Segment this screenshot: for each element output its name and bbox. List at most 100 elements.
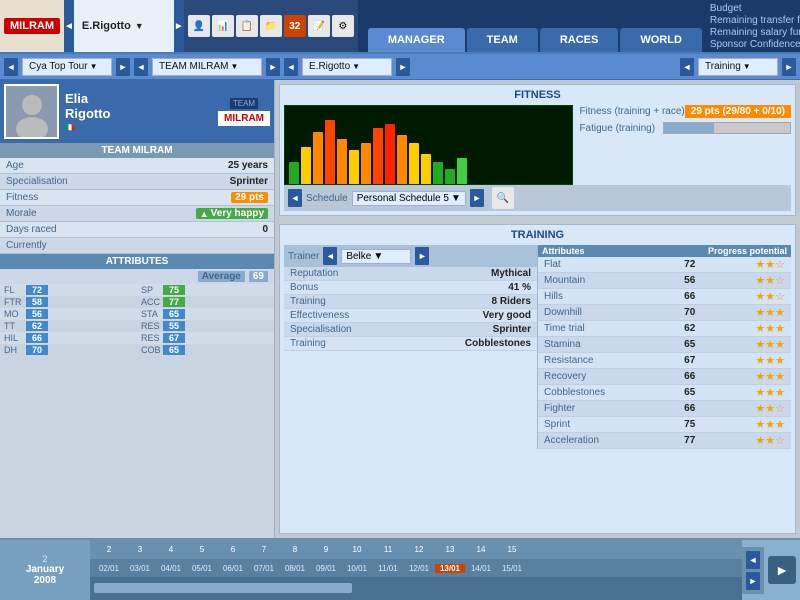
- player-flag: 🇮🇹: [65, 123, 212, 132]
- play-button[interactable]: ►: [768, 556, 796, 584]
- team-name: MILRAM: [4, 18, 60, 34]
- timeline-num-7: 7: [249, 545, 279, 554]
- fitness-bar-6: [361, 143, 371, 184]
- salary-label: Remaining salary funds: [710, 27, 800, 38]
- manager-nav-right[interactable]: ►: [174, 0, 184, 52]
- rider-nav-left[interactable]: ◄: [284, 58, 298, 76]
- team-nav-left[interactable]: ◄: [134, 58, 148, 76]
- schedule-dropdown[interactable]: Personal Schedule 5 ▼: [352, 191, 466, 206]
- timeline-date-1[interactable]: 03/01: [125, 564, 155, 573]
- toolbar-icon-3[interactable]: 📋: [236, 15, 258, 37]
- attr-grid: FL 72 FTR 58 MO 56 TT 62 HIL 66: [0, 284, 274, 356]
- timeline-date-5[interactable]: 07/01: [249, 564, 279, 573]
- fatigue-bar: [663, 122, 791, 134]
- team-logo: MILRAM: [0, 0, 64, 52]
- fitness-bar-8: [385, 124, 395, 184]
- tour-dd-arrow: ▼: [90, 62, 98, 71]
- attr-right-row-7: Recovery66★★★: [538, 369, 791, 385]
- player-first-name: Elia: [65, 91, 212, 106]
- timeline-date-13[interactable]: 15/01: [497, 564, 527, 573]
- view-nav-right[interactable]: ►: [782, 58, 796, 76]
- timeline-progress-bar: [94, 583, 352, 593]
- sponsor-label: Sponsor Confidence: [710, 39, 800, 50]
- tab-team[interactable]: TEAM: [467, 28, 538, 52]
- trainer-dd-arrow: ▼: [373, 251, 383, 262]
- toolbar-icon-2[interactable]: 📊: [212, 15, 234, 37]
- transfer-label: Remaining transfer fu...: [710, 15, 800, 26]
- morale-arrow: ▲: [200, 209, 209, 219]
- player-info: Elia Rigotto 🇮🇹: [65, 91, 212, 132]
- timeline-date-4[interactable]: 06/01: [218, 564, 248, 573]
- team-nav-right[interactable]: ►: [266, 58, 280, 76]
- tab-manager[interactable]: MANAGER: [368, 28, 465, 52]
- tab-world[interactable]: WORLD: [620, 28, 702, 52]
- fitness-title: FITNESS: [284, 89, 791, 101]
- fitness-bar-10: [409, 143, 419, 184]
- trainer-label: Trainer: [288, 251, 319, 262]
- view-dropdown[interactable]: Training ▼: [698, 58, 778, 76]
- top-bar: MILRAM ◄ E.Rigotto ▼ ► 👤 📊 📋 📁 32 📝 ⚙ MA…: [0, 0, 800, 54]
- toolbar-icon-6[interactable]: ⚙: [332, 15, 354, 37]
- toolbar-icon-4[interactable]: 📁: [260, 15, 282, 37]
- toolbar-icon-1[interactable]: 👤: [188, 15, 210, 37]
- trainer-dropdown[interactable]: Belke ▼: [341, 249, 411, 264]
- timeline-date-11[interactable]: 13/01: [435, 564, 465, 573]
- search-schedule-btn[interactable]: 🔍: [492, 187, 514, 209]
- attr-right-row-8: Cobblestones65★★★: [538, 385, 791, 401]
- timeline-num-10: 10: [342, 545, 372, 554]
- attr-right-row-1: Mountain56★★☆: [538, 273, 791, 289]
- schedule-nav-right[interactable]: ►: [470, 189, 484, 207]
- attr-right-row-3: Downhill70★★★: [538, 305, 791, 321]
- attr-right-row-11: Acceleration77★★☆: [538, 433, 791, 449]
- timeline-nav-next[interactable]: ►: [746, 572, 760, 590]
- training-riders-row: Training 8 Riders: [284, 295, 537, 309]
- manager-nav-left[interactable]: ◄: [64, 0, 74, 52]
- trainer-nav-left[interactable]: ◄: [323, 247, 337, 265]
- toolbar-icon-5[interactable]: 📝: [308, 15, 330, 37]
- timeline-date-0[interactable]: 02/01: [94, 564, 124, 573]
- manager-dropdown-arrow[interactable]: ▼: [135, 21, 144, 31]
- fitness-bar-9: [397, 135, 407, 184]
- training-effectiveness-row: Effectiveness Very good: [284, 309, 537, 323]
- tour-nav-left[interactable]: ◄: [4, 58, 18, 76]
- attr-right-row-4: Time trial62★★★: [538, 321, 791, 337]
- training-rep-row: Reputation Mythical: [284, 267, 537, 281]
- rider-dropdown[interactable]: E.Rigotto ▼: [302, 58, 392, 76]
- toolbar-icon-count[interactable]: 32: [284, 15, 306, 37]
- tour-nav-right[interactable]: ►: [116, 58, 130, 76]
- toolbar-icons: 👤 📊 📋 📁 32 📝 ⚙: [184, 0, 358, 52]
- rider-nav-right[interactable]: ►: [396, 58, 410, 76]
- timeline-date-2[interactable]: 04/01: [156, 564, 186, 573]
- timeline-date-6[interactable]: 08/01: [280, 564, 310, 573]
- schedule-nav-left[interactable]: ◄: [288, 189, 302, 207]
- timeline: 2 January 2008 23456789101112131415 02/0…: [0, 538, 800, 600]
- stat-fitness: Fitness 29 pts: [0, 190, 274, 206]
- trainer-nav-right[interactable]: ►: [415, 247, 429, 265]
- player-photo: [4, 84, 59, 139]
- fitness-bar-12: [433, 162, 443, 185]
- team-badge-label: TEAM: [230, 98, 258, 109]
- timeline-date-3[interactable]: 05/01: [187, 564, 217, 573]
- timeline-date-8[interactable]: 10/01: [342, 564, 372, 573]
- stat-morale: Morale ▲ Very happy: [0, 206, 274, 222]
- timeline-arrow-nav: ◄ ►: [742, 547, 764, 594]
- timeline-nav-prev[interactable]: ◄: [746, 551, 760, 569]
- fitness-training-row: Fitness (training + race) 29 pts (29/80 …: [579, 105, 791, 118]
- tour-dropdown[interactable]: Cya Top Tour ▼: [22, 58, 112, 76]
- timeline-num-3: 3: [125, 545, 155, 554]
- timeline-date-7[interactable]: 09/01: [311, 564, 341, 573]
- timeline-date-10[interactable]: 12/01: [404, 564, 434, 573]
- tab-races[interactable]: RACES: [540, 28, 619, 52]
- team-dropdown[interactable]: TEAM MILRAM ▼: [152, 58, 262, 76]
- manager-name-box: E.Rigotto ▼: [74, 0, 174, 52]
- attr-right-header: Attributes Progress potential: [538, 245, 791, 257]
- stat-days-raced: Days raced 0: [0, 222, 274, 238]
- timeline-num-11: 11: [373, 545, 403, 554]
- timeline-bar-area: [90, 577, 742, 600]
- attr-right-row-9: Fighter66★★☆: [538, 401, 791, 417]
- timeline-date-9[interactable]: 11/01: [373, 564, 403, 573]
- view-nav-left[interactable]: ◄: [680, 58, 694, 76]
- budget-label: Budget: [710, 3, 742, 14]
- timeline-date-12[interactable]: 14/01: [466, 564, 496, 573]
- training-spec-row: Specialisation Sprinter: [284, 323, 537, 337]
